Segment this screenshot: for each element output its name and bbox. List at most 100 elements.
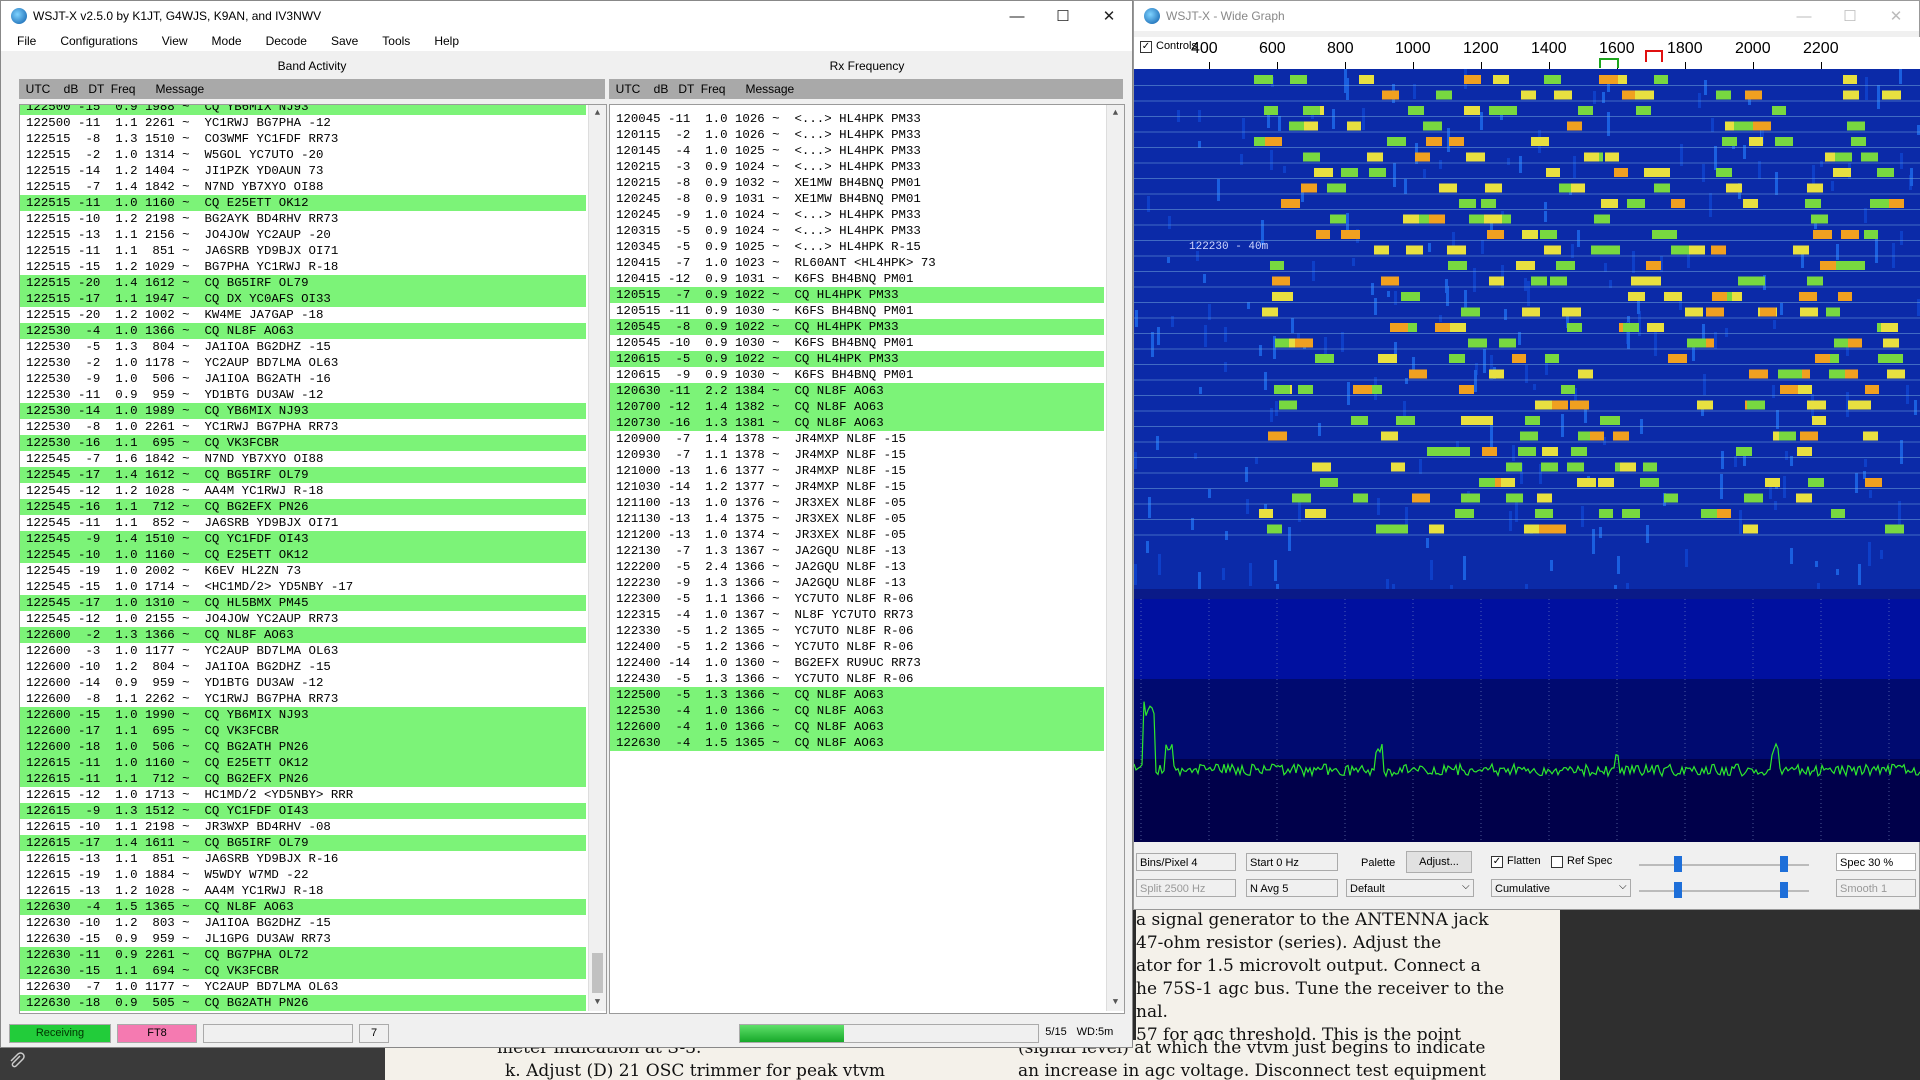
spectrum-mode-dropdown[interactable]: Cumulative (1491, 879, 1631, 897)
decode-row[interactable]: 122545 -15 1.0 1714 ~ <HC1MD/2> YD5NBY -… (20, 579, 586, 595)
decode-row[interactable]: 122515 -20 1.2 1002 ~ KW4ME JA7GAP -18 (20, 307, 586, 323)
decode-row[interactable]: 122530 -5 1.3 804 ~ JA1IOA BG2DHZ -15 (20, 339, 586, 355)
decode-row[interactable]: 122600 -2 1.3 1366 ~ CQ NL8F AO63 (20, 627, 586, 643)
decode-row[interactable]: 122515 -7 1.4 1842 ~ N7ND YB7XYO OI88 (20, 179, 586, 195)
decode-row[interactable]: 122545 -12 1.0 2155 ~ JO4JOW YC2AUP RR73 (20, 611, 586, 627)
controls-checkbox[interactable]: ✓ (1140, 41, 1152, 53)
decode-row[interactable]: 122400 -14 1.0 1360 ~ BG2EFX RU9UC RR73 (610, 655, 1104, 671)
decode-row[interactable]: 120545 -10 0.9 1030 ~ K6FS BH4BNQ PM01 (610, 335, 1104, 351)
decode-row[interactable]: 122230 -9 1.3 1366 ~ JA2GQU NL8F -13 (610, 575, 1104, 591)
decode-row[interactable]: 122300 -5 1.1 1366 ~ YC7UTO NL8F R-06 (610, 591, 1104, 607)
decode-row[interactable]: 120615 -5 0.9 1022 ~ CQ HL4HPK PM33 (610, 351, 1104, 367)
band-activity-scrollbar[interactable]: ▲ ▼ (588, 105, 606, 1011)
decode-row[interactable]: 122630 -7 1.0 1177 ~ YC2AUP BD7LMA OL63 (20, 979, 586, 995)
decode-row[interactable]: 120630 -11 2.2 1384 ~ CQ NL8F AO63 (610, 383, 1104, 399)
scroll-down-icon[interactable]: ▼ (1107, 994, 1124, 1011)
decode-row[interactable]: 122515 -13 1.1 2156 ~ JO4JOW YC2AUP -20 (20, 227, 586, 243)
decode-row[interactable]: 122500 -15 0.9 1988 ~ CQ YB6MIX NJ93 (20, 105, 586, 115)
menu-help[interactable]: Help (418, 34, 467, 48)
decode-row[interactable]: 120345 -5 0.9 1025 ~ <...> HL4HPK R-15 (610, 239, 1104, 255)
decode-row[interactable]: 122615 -11 1.1 712 ~ CQ BG2EFX PN26 (20, 771, 586, 787)
decode-row[interactable]: 122600 -15 1.0 1990 ~ CQ YB6MIX NJ93 (20, 707, 586, 723)
decode-row[interactable]: 122630 -10 1.2 803 ~ JA1IOA BG2DHZ -15 (20, 915, 586, 931)
decode-row[interactable]: 122515 -11 1.1 851 ~ JA6SRB YD9BJX OI71 (20, 243, 586, 259)
decode-row[interactable]: 122515 -2 1.0 1314 ~ W5GOL YC7UTO -20 (20, 147, 586, 163)
decode-row[interactable]: 122200 -5 2.4 1366 ~ JA2GQU NL8F -13 (610, 559, 1104, 575)
decode-row[interactable]: 121130 -13 1.4 1375 ~ JR3XEX NL8F -05 (610, 511, 1104, 527)
close-button[interactable]: ✕ (1873, 1, 1919, 31)
decode-row[interactable]: 122630 -15 0.9 959 ~ JL1GPG DU3AW RR73 (20, 931, 586, 947)
menu-mode[interactable]: Mode (196, 34, 250, 48)
decode-row[interactable]: 120700 -12 1.4 1382 ~ CQ NL8F AO63 (610, 399, 1104, 415)
decode-row[interactable]: 122630 -15 1.1 694 ~ CQ VK3FCBR (20, 963, 586, 979)
close-button[interactable]: ✕ (1086, 1, 1132, 31)
decode-row[interactable]: 122500 -5 1.3 1366 ~ CQ NL8F AO63 (610, 687, 1104, 703)
decode-row[interactable]: 122600 -14 0.9 959 ~ YD1BTG DU3AW -12 (20, 675, 586, 691)
menu-tools[interactable]: Tools (366, 34, 418, 48)
decode-row[interactable]: 120315 -5 0.9 1024 ~ <...> HL4HPK PM33 (610, 223, 1104, 239)
decode-row[interactable]: 122545 -17 1.0 1310 ~ CQ HL5BMX PM45 (20, 595, 586, 611)
decode-row[interactable]: 122600 -10 1.2 804 ~ JA1IOA BG2DHZ -15 (20, 659, 586, 675)
decode-row[interactable]: 120415 -12 0.9 1031 ~ K6FS BH4BNQ PM01 (610, 271, 1104, 287)
decode-row[interactable]: 120930 -7 1.1 1378 ~ JR4MXP NL8F -15 (610, 447, 1104, 463)
waterfall-display[interactable] (1134, 69, 1920, 599)
decode-row[interactable]: 122515 -17 1.1 1947 ~ CQ DX YC0AFS OI33 (20, 291, 586, 307)
decode-row[interactable]: 122630 -4 1.5 1365 ~ CQ NL8F AO63 (20, 899, 586, 915)
scroll-thumb[interactable] (592, 953, 603, 993)
decode-row[interactable]: 120415 -7 1.0 1023 ~ RL60ANT <HL4HPK> 73 (610, 255, 1104, 271)
decode-row[interactable]: 122545 -17 1.4 1612 ~ CQ BG5IRF OL79 (20, 467, 586, 483)
decode-row[interactable]: 122515 -11 1.0 1160 ~ CQ E25ETT OK12 (20, 195, 586, 211)
spec-percent-spinbox[interactable]: Spec 30 % (1836, 853, 1916, 871)
n-avg-spinbox[interactable]: N Avg 5 (1246, 879, 1338, 897)
decode-row[interactable]: 122545 -7 1.6 1842 ~ N7ND YB7XYO OI88 (20, 451, 586, 467)
decode-row[interactable]: 122545 -11 1.1 852 ~ JA6SRB YD9BJX OI71 (20, 515, 586, 531)
decode-row[interactable]: 122515 -8 1.3 1510 ~ CO3WMF YC1FDF RR73 (20, 131, 586, 147)
palette-dropdown[interactable]: Default (1346, 879, 1474, 897)
gain-slider-thumb[interactable] (1674, 856, 1682, 872)
decode-row[interactable]: 122530 -9 1.0 506 ~ JA1IOA BG2ATH -16 (20, 371, 586, 387)
spec-zero-slider-thumb[interactable] (1780, 882, 1788, 898)
zero-slider-thumb[interactable] (1780, 856, 1788, 872)
decode-row[interactable]: 122615 -13 1.1 851 ~ JA6SRB YD9BJX R-16 (20, 851, 586, 867)
decode-row[interactable]: 122130 -7 1.3 1367 ~ JA2GQU NL8F -13 (610, 543, 1104, 559)
rx-frequency-list[interactable]: 120045 -11 1.0 1026 ~ <...> HL4HPK PM33 1… (609, 104, 1125, 1014)
decode-row[interactable]: 122600 -3 1.0 1177 ~ YC2AUP BD7LMA OL63 (20, 643, 586, 659)
menu-configurations[interactable]: Configurations (44, 34, 145, 48)
decode-row[interactable]: 120245 -8 0.9 1031 ~ XE1MW BH4BNQ PM01 (610, 191, 1104, 207)
scroll-up-icon[interactable]: ▲ (589, 105, 606, 122)
scroll-up-icon[interactable]: ▲ (1107, 105, 1124, 122)
decode-row[interactable]: 120615 -9 0.9 1030 ~ K6FS BH4BNQ PM01 (610, 367, 1104, 383)
decode-row[interactable]: 121000 -13 1.6 1377 ~ JR4MXP NL8F -15 (610, 463, 1104, 479)
decode-row[interactable]: 122530 -14 1.0 1989 ~ CQ YB6MIX NJ93 (20, 403, 586, 419)
scroll-down-icon[interactable]: ▼ (589, 994, 606, 1011)
menu-view[interactable]: View (146, 34, 196, 48)
decode-row[interactable]: 122600 -8 1.1 2262 ~ YC1RWJ BG7PHA RR73 (20, 691, 586, 707)
decode-row[interactable]: 122615 -17 1.4 1611 ~ CQ BG5IRF OL79 (20, 835, 586, 851)
spec-gain-slider-thumb[interactable] (1674, 882, 1682, 898)
decode-row[interactable]: 122545 -12 1.2 1028 ~ AA4M YC1RWJ R-18 (20, 483, 586, 499)
decode-row[interactable]: 122600 -17 1.1 695 ~ CQ VK3FCBR (20, 723, 586, 739)
minimize-button[interactable]: — (1781, 1, 1827, 31)
decode-row[interactable]: 122500 -11 1.1 2261 ~ YC1RWJ BG7PHA -12 (20, 115, 586, 131)
decode-row[interactable]: 122545 -16 1.1 712 ~ CQ BG2EFX PN26 (20, 499, 586, 515)
maximize-button[interactable]: ☐ (1040, 1, 1086, 31)
decode-row[interactable]: 120145 -4 1.0 1025 ~ <...> HL4HPK PM33 (610, 143, 1104, 159)
rx-frequency-scrollbar[interactable]: ▲ ▼ (1106, 105, 1124, 1011)
start-frequency-spinbox[interactable]: Start 0 Hz (1246, 853, 1338, 871)
decode-row[interactable]: 122530 -11 0.9 959 ~ YD1BTG DU3AW -12 (20, 387, 586, 403)
decode-row[interactable]: 120045 -11 1.0 1026 ~ <...> HL4HPK PM33 (610, 111, 1104, 127)
decode-row[interactable]: 120245 -9 1.0 1024 ~ <...> HL4HPK PM33 (610, 207, 1104, 223)
decode-row[interactable]: 121100 -13 1.0 1376 ~ JR3XEX NL8F -05 (610, 495, 1104, 511)
decode-row[interactable]: 122530 -4 1.0 1366 ~ CQ NL8F AO63 (610, 703, 1104, 719)
decode-row[interactable]: 122615 -13 1.2 1028 ~ AA4M YC1RWJ R-18 (20, 883, 586, 899)
decode-row[interactable]: 122615 -10 1.1 2198 ~ JR3WXP BD4RHV -08 (20, 819, 586, 835)
decode-row[interactable]: 122630 -18 0.9 505 ~ CQ BG2ATH PN26 (20, 995, 586, 1011)
decode-row[interactable]: 121030 -14 1.2 1377 ~ JR4MXP NL8F -15 (610, 479, 1104, 495)
decode-row[interactable]: 122515 -10 1.2 2198 ~ BG2AYK BD4RHV RR73 (20, 211, 586, 227)
menu-file[interactable]: File (1, 34, 44, 48)
ref-spec-checkbox[interactable] (1551, 856, 1563, 868)
band-activity-list[interactable]: 122500 -15 0.9 1988 ~ CQ YB6MIX NJ93 1225… (19, 104, 607, 1014)
decode-row[interactable]: 122600 -4 1.0 1366 ~ CQ NL8F AO63 (610, 719, 1104, 735)
smooth-spinbox[interactable]: Smooth 1 (1836, 879, 1916, 897)
decode-row[interactable]: 122330 -5 1.2 1365 ~ YC7UTO NL8F R-06 (610, 623, 1104, 639)
